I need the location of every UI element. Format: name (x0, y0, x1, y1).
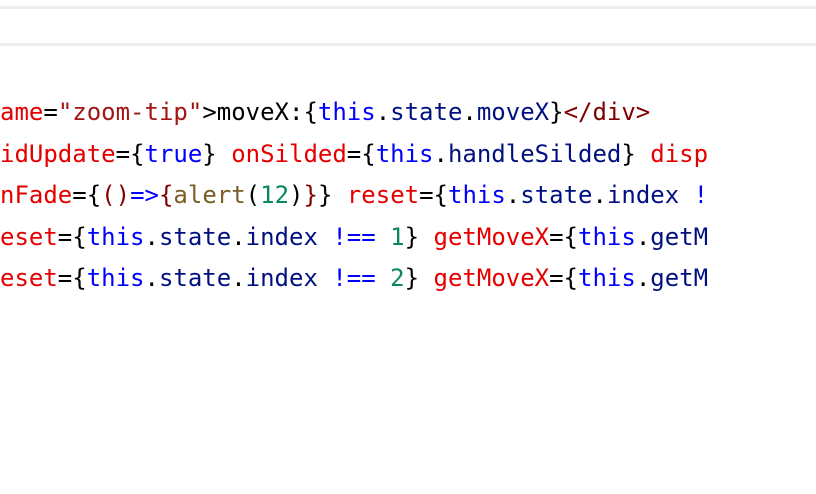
code-token-punct: >moveX:{ (202, 98, 318, 126)
code-token-number: 1 (390, 222, 405, 251)
code-token-attr: reset (346, 181, 420, 209)
code-line: eset={this.state.index !== 1} getMoveX={… (0, 217, 816, 259)
code-token-punct: ={ (549, 264, 579, 292)
code-token-punct: . (144, 222, 159, 251)
code-token-punct: } (404, 264, 434, 292)
code-token-keyword: !== (317, 264, 391, 292)
code-token-identifier: state (390, 98, 463, 126)
code-token-punct: } (404, 222, 434, 251)
code-token-keyword: !== (317, 222, 391, 251)
code-token-tag: { (158, 181, 174, 209)
code-token-identifier: state (158, 264, 232, 292)
code-line: eset={this.state.index !== 2} getMoveX={… (0, 258, 816, 300)
code-token-punct: . (462, 98, 477, 126)
code-token-punct: ={ (72, 181, 102, 209)
code-token-identifier: handleSilded (447, 139, 622, 168)
code-token-attr: idUpdate (0, 139, 116, 168)
code-token-punct: ) (289, 181, 304, 209)
code-token-keyword: this (578, 264, 636, 292)
code-token-attr: getMoveX (433, 222, 550, 251)
code-token-identifier: index (606, 181, 680, 209)
code-token-punct: . (231, 222, 246, 251)
code-token-number: 2 (390, 264, 405, 292)
code-token-attr: nFade (0, 181, 73, 209)
code-token-punct: ={ (549, 222, 579, 251)
code-token-punct: ={ (57, 222, 87, 251)
code-token-punct: } (549, 98, 564, 126)
code-line: nFade={()=>{alert(12)}} reset={this.stat… (0, 175, 816, 217)
code-token-attr: disp (650, 139, 709, 168)
code-token-function: alert (173, 181, 246, 209)
code-token-keyword: true (144, 139, 203, 168)
code-token-identifier: index (245, 222, 318, 251)
code-token-identifier: index (245, 264, 318, 292)
code-token-identifier: state (520, 181, 593, 209)
header-divider (0, 43, 816, 46)
code-token-punct: ( (245, 181, 261, 209)
code-token-punct: . (144, 264, 159, 292)
code-line: ame="zoom-tip">moveX:{this.state.moveX}<… (0, 92, 816, 134)
code-token-identifier: state (158, 222, 232, 251)
code-token-punct: } (202, 139, 232, 168)
code-token-punct: ={ (346, 139, 376, 168)
code-token-attr: eset (0, 222, 58, 251)
code-line: idUpdate={true} onSilded={this.handleSil… (0, 134, 816, 176)
code-token-punct: . (505, 181, 521, 209)
code-token-punct: . (635, 264, 651, 292)
code-token-keyword: this (375, 139, 434, 168)
code-token-punct: ={ (419, 181, 448, 209)
code-token-keyword: ! (679, 181, 709, 209)
code-token-identifier: getM (650, 264, 709, 292)
code-token-identifier: moveX (476, 98, 550, 126)
code-viewer: ame="zoom-tip">moveX:{this.state.moveX}<… (0, 0, 816, 494)
code-token-punct: . (592, 181, 607, 209)
code-token-attr: getMoveX (433, 264, 550, 292)
code-token-string: "zoom-tip" (57, 98, 203, 126)
code-token-keyword: this (317, 98, 376, 126)
code-token-keyword: this (448, 181, 506, 209)
code-token-number: 12 (260, 181, 290, 209)
code-token-punct: ={ (115, 139, 145, 168)
code-token-punct: } (621, 139, 651, 168)
code-block[interactable]: ame="zoom-tip">moveX:{this.state.moveX}<… (0, 92, 816, 300)
code-token-punct: = (43, 98, 58, 126)
code-token-punct: . (375, 98, 391, 126)
code-token-keyword: this (86, 222, 145, 251)
code-token-punct: . (231, 264, 246, 292)
code-token-punct: . (635, 222, 651, 251)
code-token-keyword: this (578, 222, 636, 251)
code-token-tag: () (101, 181, 131, 209)
code-token-attr: eset (0, 264, 58, 292)
code-token-keyword: => (130, 181, 159, 209)
code-token-punct: ={ (57, 264, 87, 292)
code-token-attr: onSilded (231, 139, 347, 168)
code-token-identifier: getM (650, 222, 709, 251)
code-token-punct: . (433, 139, 448, 168)
code-block-header (0, 9, 816, 43)
code-token-tag: } (303, 181, 318, 209)
code-token-keyword: this (86, 264, 145, 292)
code-token-attr: ame (0, 98, 44, 126)
code-token-punct: } (317, 181, 347, 209)
code-token-tag: </div> (563, 98, 651, 126)
